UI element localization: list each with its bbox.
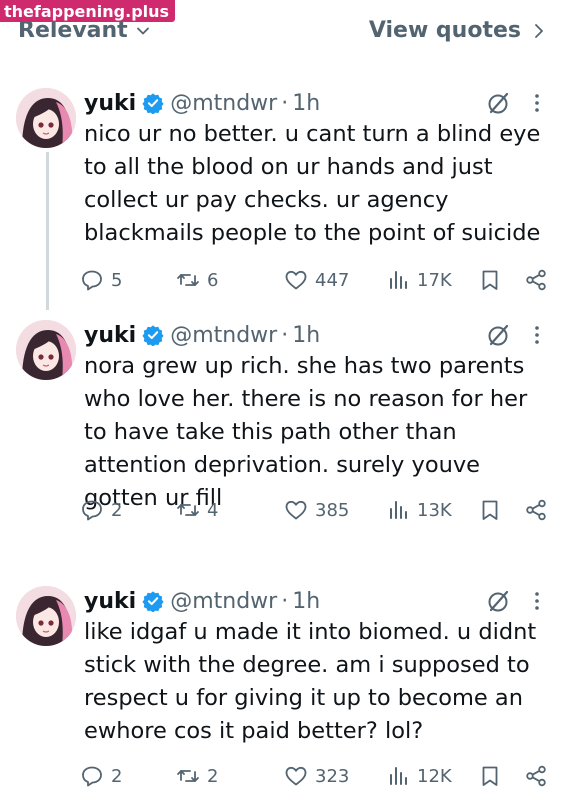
tweet-actions: 2 2 323 12K bbox=[80, 762, 560, 790]
repost-button[interactable]: 6 bbox=[176, 266, 218, 294]
user-handle[interactable]: @mtndwr bbox=[170, 91, 277, 116]
like-count: 385 bbox=[315, 499, 350, 521]
reply-icon bbox=[82, 500, 102, 521]
tweet-text: like idgaf u made it into biomed. u didn… bbox=[84, 619, 537, 744]
bookmark-button[interactable] bbox=[478, 266, 502, 294]
share-button[interactable] bbox=[524, 266, 548, 294]
reply-count: 5 bbox=[111, 269, 123, 291]
repost-icon bbox=[177, 504, 199, 516]
more-options-icon[interactable] bbox=[530, 91, 544, 115]
avatar-image bbox=[16, 88, 76, 148]
chevron-down-icon bbox=[136, 27, 149, 34]
view-count: 12K bbox=[417, 765, 452, 787]
verified-badge-icon bbox=[142, 591, 164, 612]
repost-button[interactable]: 4 bbox=[176, 496, 218, 524]
views-icon bbox=[390, 501, 407, 519]
timestamp[interactable]: 1h bbox=[292, 589, 320, 614]
heart-icon bbox=[285, 500, 307, 520]
tweet-text: nora grew up rich. she has two parents w… bbox=[84, 353, 528, 511]
avatar-image bbox=[16, 320, 76, 380]
bookmark-button[interactable] bbox=[478, 762, 502, 790]
reply-count: 2 bbox=[111, 765, 123, 787]
view-count: 13K bbox=[417, 499, 452, 521]
heart-icon bbox=[285, 766, 307, 786]
avatar[interactable] bbox=[16, 586, 76, 646]
tweet-header: yuki @mtndwr · 1h bbox=[84, 318, 320, 352]
like-count: 447 bbox=[315, 269, 350, 291]
repost-count: 4 bbox=[207, 499, 219, 521]
reply-icon bbox=[82, 270, 102, 291]
repost-button[interactable]: 2 bbox=[176, 762, 218, 790]
reply-count: 2 bbox=[111, 499, 123, 521]
view-quotes-label: View quotes bbox=[368, 18, 521, 43]
chevron-right-icon bbox=[535, 23, 543, 38]
tweet-actions: 5 6 447 17K bbox=[80, 266, 560, 294]
share-button[interactable] bbox=[524, 762, 548, 790]
avatar[interactable] bbox=[16, 88, 76, 148]
display-name[interactable]: yuki bbox=[84, 91, 136, 116]
reply-button[interactable]: 2 bbox=[80, 762, 122, 790]
like-count: 323 bbox=[315, 765, 350, 787]
verified-badge-icon bbox=[142, 93, 164, 114]
user-handle[interactable]: @mtndwr bbox=[170, 323, 277, 348]
reply-button[interactable]: 5 bbox=[80, 266, 122, 294]
bookmark-icon bbox=[482, 500, 498, 520]
avatar[interactable] bbox=[16, 320, 76, 380]
like-button[interactable]: 385 bbox=[284, 496, 349, 524]
grok-icon[interactable] bbox=[486, 322, 512, 348]
like-button[interactable]: 323 bbox=[284, 762, 349, 790]
view-quotes-link[interactable]: View quotes bbox=[369, 18, 545, 43]
reply-icon bbox=[82, 766, 102, 787]
bookmark-icon bbox=[482, 270, 498, 290]
display-name[interactable]: yuki bbox=[84, 323, 136, 348]
views-icon bbox=[390, 271, 407, 289]
bookmark-button[interactable] bbox=[478, 496, 502, 524]
avatar-image bbox=[16, 586, 76, 646]
share-icon bbox=[526, 269, 546, 291]
separator-dot: · bbox=[281, 322, 289, 348]
tweet-text: nico ur no better. u cant turn a blind e… bbox=[84, 121, 541, 246]
views-icon bbox=[390, 767, 407, 785]
bookmark-icon bbox=[482, 766, 498, 786]
more-options-icon[interactable] bbox=[530, 589, 544, 613]
timestamp[interactable]: 1h bbox=[292, 91, 320, 116]
repost-icon bbox=[177, 274, 199, 286]
watermark: thefappening.plus bbox=[0, 0, 176, 22]
separator-dot: · bbox=[281, 90, 289, 116]
display-name[interactable]: yuki bbox=[84, 589, 136, 614]
views-button[interactable]: 13K bbox=[386, 496, 452, 524]
separator-dot: · bbox=[281, 588, 289, 614]
repost-count: 2 bbox=[207, 765, 219, 787]
grok-icon[interactable] bbox=[486, 588, 512, 614]
share-button[interactable] bbox=[524, 496, 548, 524]
repost-count: 6 bbox=[207, 269, 219, 291]
timestamp[interactable]: 1h bbox=[292, 323, 320, 348]
share-icon bbox=[526, 765, 546, 787]
heart-icon bbox=[285, 270, 307, 290]
reply-button[interactable]: 2 bbox=[80, 496, 122, 524]
thread-connector-line bbox=[46, 152, 49, 310]
views-button[interactable]: 12K bbox=[386, 762, 452, 790]
user-handle[interactable]: @mtndwr bbox=[170, 589, 277, 614]
views-button[interactable]: 17K bbox=[386, 266, 452, 294]
repost-icon bbox=[177, 770, 199, 782]
tweet-actions: 2 4 385 13K bbox=[80, 496, 560, 524]
verified-badge-icon bbox=[142, 325, 164, 346]
grok-icon[interactable] bbox=[486, 90, 512, 116]
like-button[interactable]: 447 bbox=[284, 266, 349, 294]
tweet-header: yuki @mtndwr · 1h bbox=[84, 86, 320, 120]
share-icon bbox=[526, 499, 546, 521]
more-options-icon[interactable] bbox=[530, 323, 544, 347]
view-count: 17K bbox=[417, 269, 452, 291]
tweet-header: yuki @mtndwr · 1h bbox=[84, 584, 320, 618]
